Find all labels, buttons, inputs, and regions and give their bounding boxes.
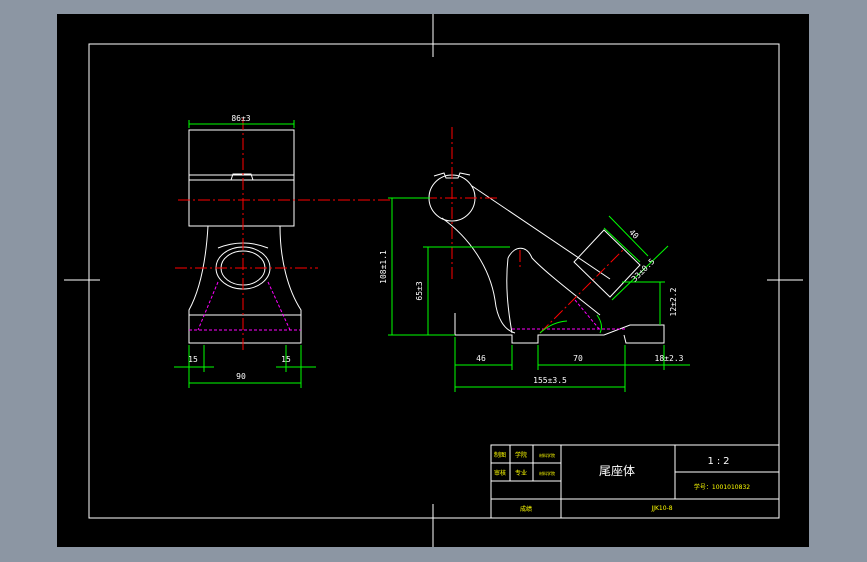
tb-checked-label: 审核 — [494, 469, 506, 477]
drawing-number: JJK10-8 — [650, 505, 672, 512]
dim-70: 70 — [573, 354, 583, 363]
dim-base-90: 90 — [236, 372, 246, 381]
tb-major-value: 材料学院 — [539, 470, 555, 476]
part-name: 尾座体 — [599, 463, 635, 478]
tb-college-value: 材料学院 — [539, 452, 555, 458]
dim-total-155: 155±3.5 — [533, 376, 567, 385]
dim-height-65: 65±3 — [415, 281, 424, 300]
cad-drawing: 86±3 15 15 90 108±1.1 65±3 40 33±0.5 12±… — [57, 14, 809, 547]
tb-major-label: 专业 — [515, 469, 527, 477]
dim-width-86: 86±3 — [231, 114, 250, 123]
drawing-scale: 1:2 — [707, 456, 732, 467]
tb-grade-label: 成绩 — [520, 505, 532, 513]
tb-drawn-label: 制图 — [494, 451, 506, 459]
dim-right-15: 15 — [281, 355, 291, 364]
drawing-sheet — [57, 14, 809, 547]
student-number: 学号：1001010832 — [694, 483, 750, 491]
dim-18: 18±2.3 — [655, 354, 684, 363]
dim-left-15: 15 — [188, 355, 198, 364]
dim-height-108: 108±1.1 — [379, 250, 388, 284]
tb-college-label: 学院 — [515, 451, 527, 459]
dim-46: 46 — [476, 354, 486, 363]
dim-height-12: 12±2.2 — [669, 287, 678, 316]
